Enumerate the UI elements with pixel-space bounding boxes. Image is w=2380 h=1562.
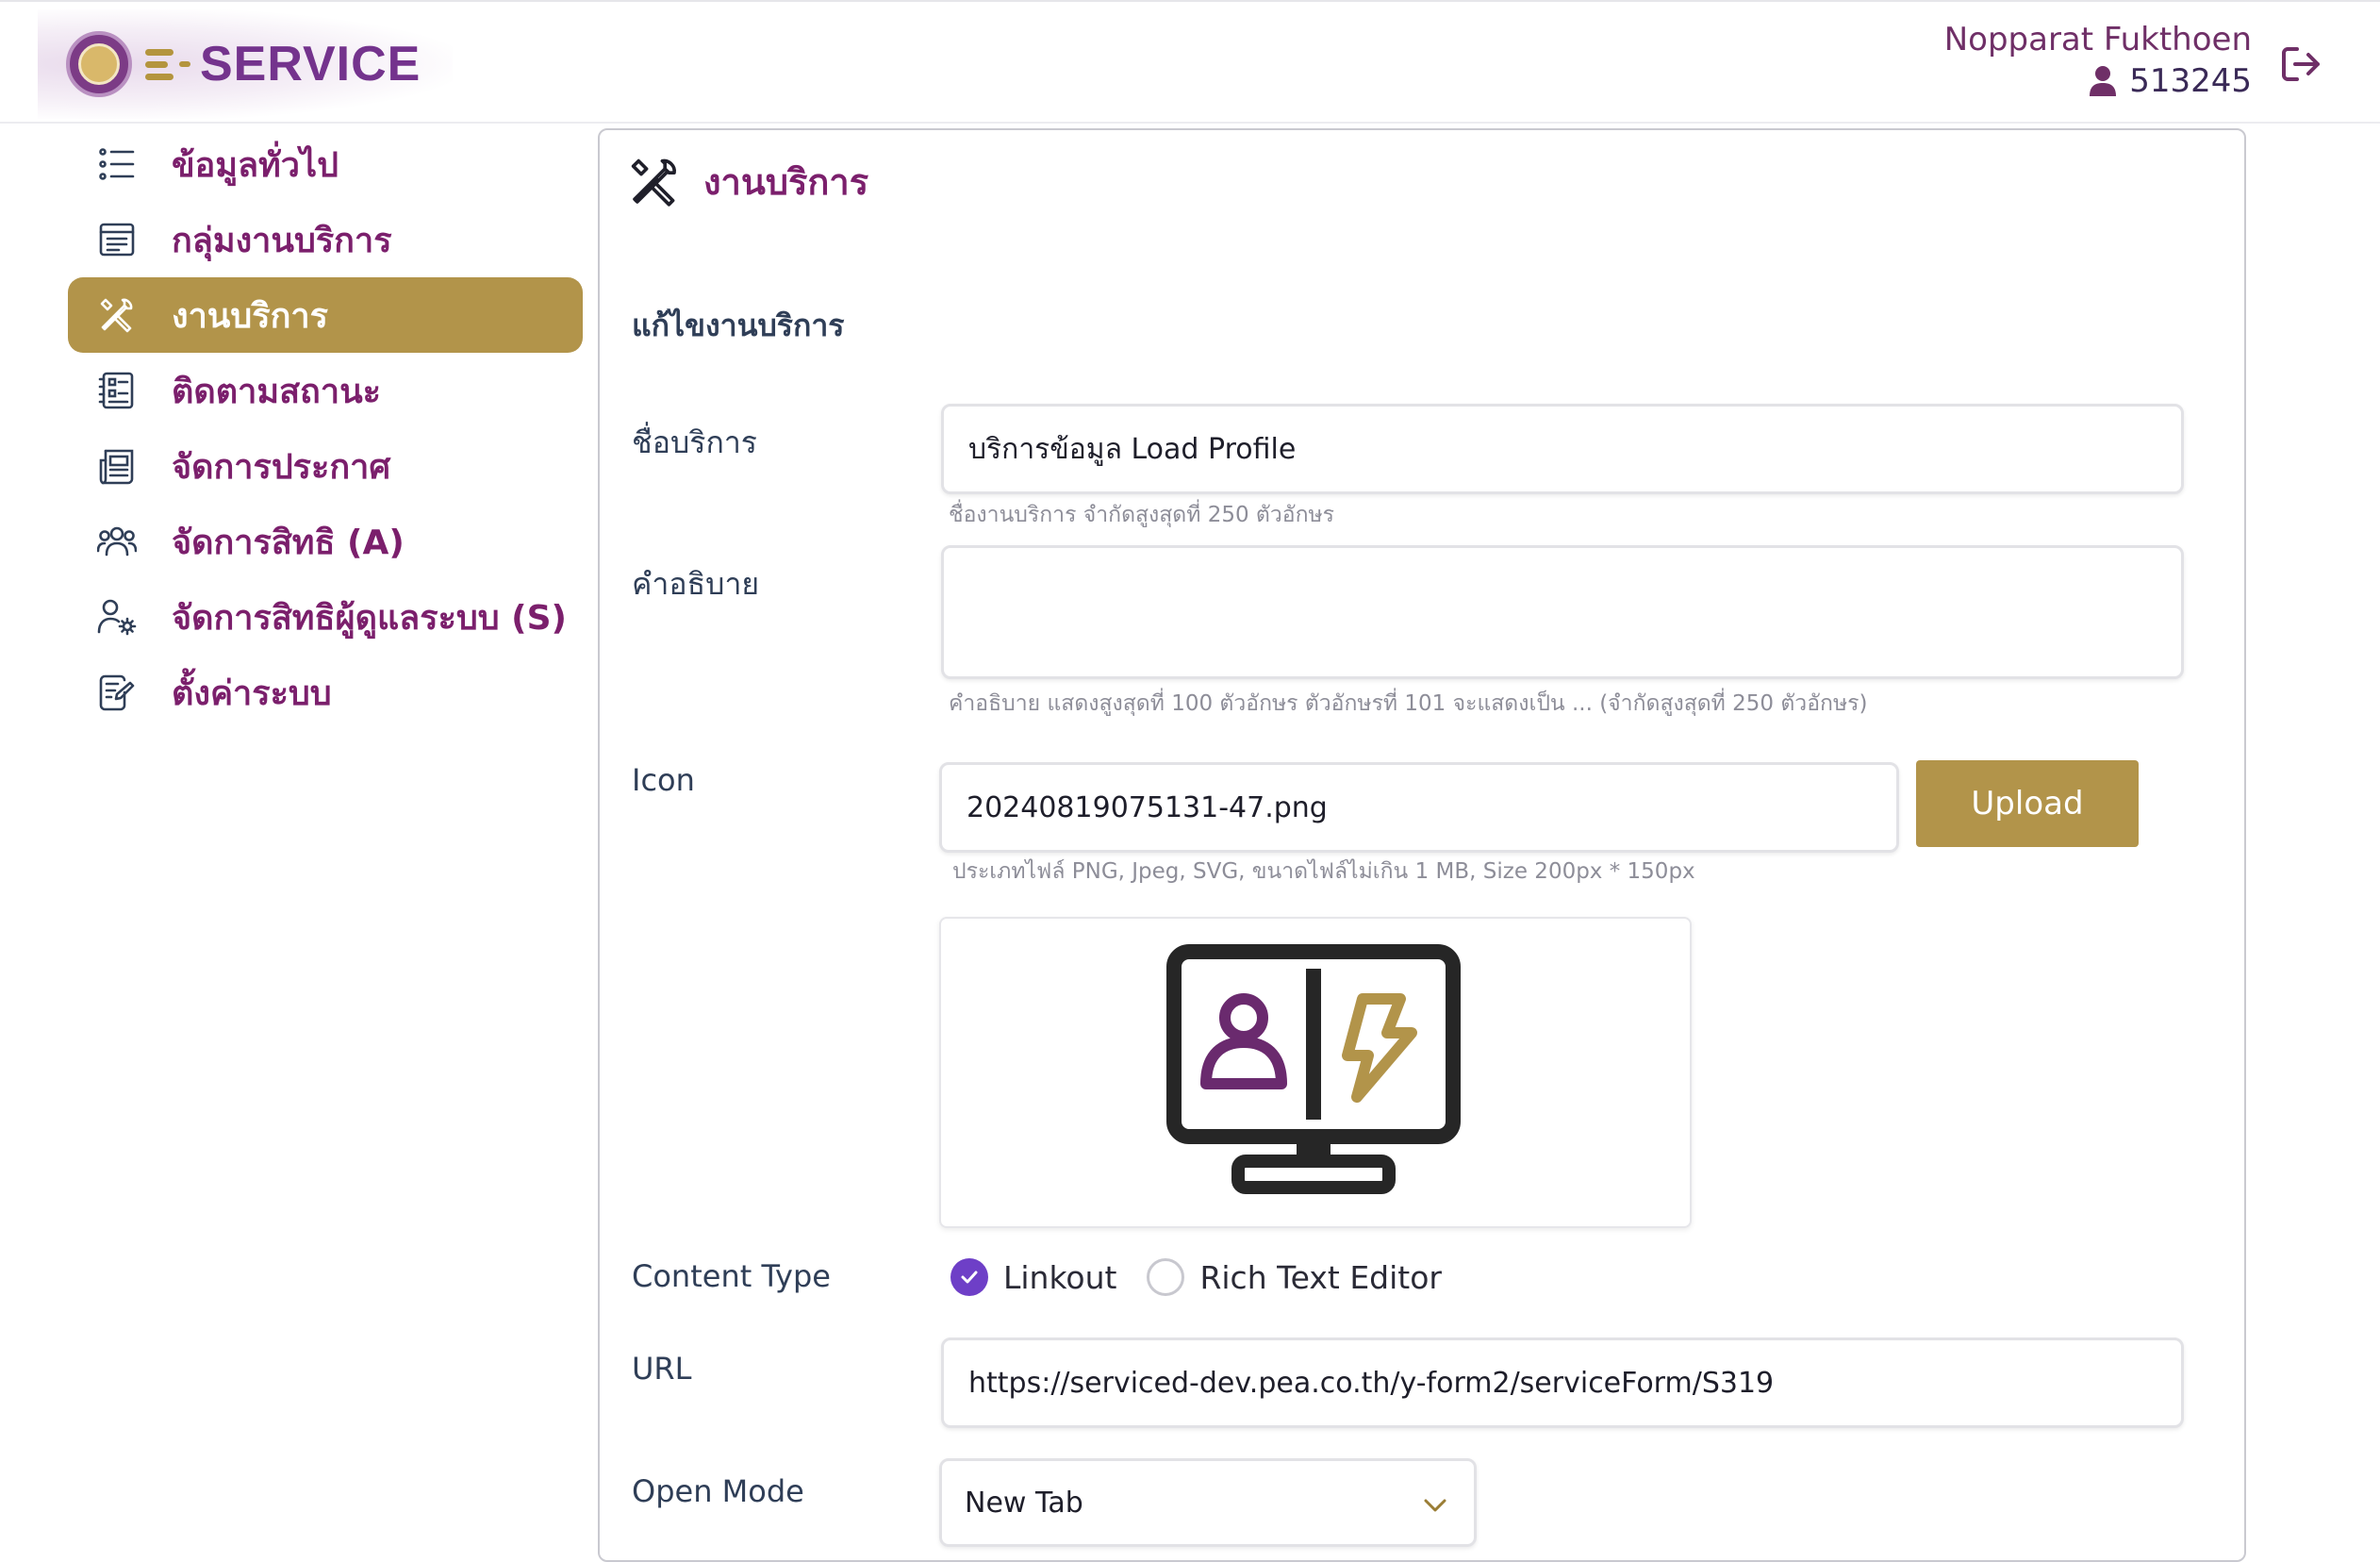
icon-hint: ประเภทไฟล์ PNG, Jpeg, SVG, ขนาดไฟล์ไม่เก… xyxy=(952,859,1695,884)
icon-label: Icon xyxy=(632,762,695,798)
sidebar-item-tracking[interactable]: ติดตามสถานะ xyxy=(68,353,583,428)
chevron-down-icon xyxy=(1424,1499,1446,1512)
sidebar-item-announcements[interactable]: จัดการประกาศ xyxy=(68,428,583,504)
description-textarea[interactable] xyxy=(941,545,2184,679)
sidebar-item-label: งานบริการ xyxy=(172,296,328,336)
card-header: งานบริการ xyxy=(628,153,868,210)
sidebar-item-service-groups[interactable]: กลุ่มงานบริการ xyxy=(68,202,583,277)
service-name-hint: ชื่องานบริการ จำกัดสูงสุดที่ 250 ตัวอักษ… xyxy=(949,503,1335,527)
sidebar-item-label: กลุ่มงานบริการ xyxy=(172,221,392,260)
upload-button[interactable]: Upload xyxy=(1916,760,2139,847)
sidebar-item-label: ตั้งค่าระบบ xyxy=(172,673,332,713)
monitor-user-power-icon xyxy=(1166,944,1461,1194)
pea-seal-icon xyxy=(66,31,132,97)
content-type-radio-group: Linkout Rich Text Editor xyxy=(950,1258,1442,1296)
rich-text-editor-label[interactable]: Rich Text Editor xyxy=(1199,1259,1442,1296)
user-id: 513245 xyxy=(2129,62,2252,100)
tracking-icon xyxy=(96,370,138,411)
url-input[interactable]: https://serviced-dev.pea.co.th/y-form2/s… xyxy=(941,1338,2184,1428)
sidebar-item-label: จัดการสิทธิผู้ดูแลระบบ (S) xyxy=(172,598,567,638)
description-hint: คำอธิบาย แสดงสูงสุดที่ 100 ตัวอักษร ตัวอ… xyxy=(949,691,1868,716)
user-gear-icon xyxy=(96,596,138,638)
service-name-input[interactable]: บริการข้อมูล Load Profile xyxy=(941,404,2184,494)
tools-icon xyxy=(96,294,138,336)
newspaper-icon xyxy=(96,445,138,487)
sidebar-item-general-info[interactable]: ข้อมูลทั่วไป xyxy=(68,126,583,202)
service-edit-card: งานบริการ แก้ไขงานบริการ ชื่อบริการ บริก… xyxy=(598,128,2246,1562)
open-mode-value: New Tab xyxy=(965,1486,1083,1520)
linkout-radio[interactable] xyxy=(950,1258,988,1296)
top-header: SERVICE Nopparat Fukthoen 513245 xyxy=(0,0,2380,124)
description-label: คำอธิบาย xyxy=(632,566,760,602)
list-icon xyxy=(96,143,138,185)
icon-preview xyxy=(939,917,1692,1228)
users-icon xyxy=(96,521,138,562)
tools-icon xyxy=(631,158,676,207)
service-name-label: ชื่อบริการ xyxy=(632,424,757,460)
sidebar-item-label: ข้อมูลทั่วไป xyxy=(172,145,339,185)
linkout-label[interactable]: Linkout xyxy=(1003,1259,1116,1296)
sidebar-item-permissions-s[interactable]: จัดการสิทธิผู้ดูแลระบบ (S) xyxy=(68,579,583,655)
content-type-label: Content Type xyxy=(632,1258,831,1294)
sidebar-item-settings[interactable]: ตั้งค่าระบบ xyxy=(68,655,583,730)
icon-file-input[interactable]: 20240819075131-47.png xyxy=(939,762,1899,853)
section-title: แก้ไขงานบริการ xyxy=(632,307,845,343)
logo-mark-icon xyxy=(145,48,174,80)
sidebar-nav: ข้อมูลทั่วไป กลุ่มงานบริการ งานบริการ ติ… xyxy=(68,126,583,730)
rich-text-editor-radio[interactable] xyxy=(1147,1258,1185,1296)
user-icon xyxy=(2090,66,2117,96)
edit-document-icon xyxy=(96,672,138,713)
page-title: งานบริการ xyxy=(703,161,869,203)
sidebar-item-label: จัดการสิทธิ (A) xyxy=(172,523,405,562)
sidebar-item-permissions-a[interactable]: จัดการสิทธิ (A) xyxy=(68,504,583,579)
sidebar-item-label: จัดการประกาศ xyxy=(172,447,391,487)
app-logo[interactable]: SERVICE xyxy=(38,9,453,119)
logo-text: SERVICE xyxy=(200,37,421,91)
open-mode-label: Open Mode xyxy=(632,1473,804,1509)
document-list-icon xyxy=(96,219,138,260)
sidebar-item-services[interactable]: งานบริการ xyxy=(68,277,583,353)
logout-icon[interactable] xyxy=(2278,42,2323,87)
user-name: Nopparat Fukthoen xyxy=(1943,21,2252,58)
sidebar-item-label: ติดตามสถานะ xyxy=(172,372,382,411)
user-info: Nopparat Fukthoen 513245 xyxy=(1944,19,2252,100)
url-label: URL xyxy=(632,1351,692,1387)
